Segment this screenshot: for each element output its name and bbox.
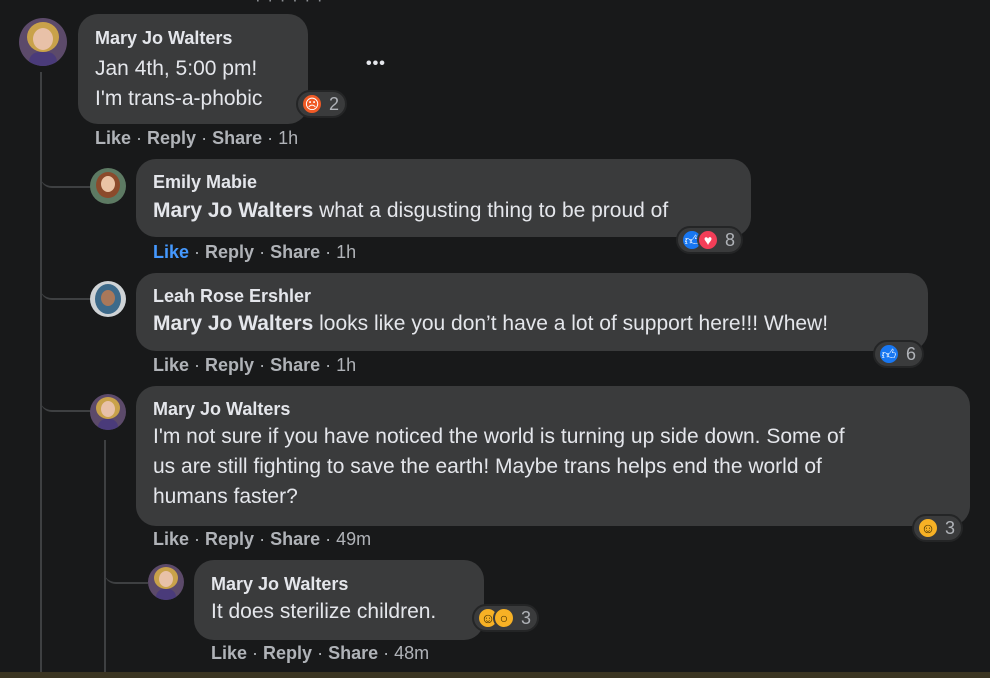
like-button[interactable]: Like	[211, 643, 247, 663]
comment-text: Mary Jo Walters looks like you don’t hav…	[153, 309, 828, 339]
share-button[interactable]: Share	[270, 529, 320, 549]
reaction-summary[interactable]: ☺ ○ 3	[472, 604, 540, 632]
reaction-summary[interactable]: ☹ 2	[296, 90, 348, 118]
like-button[interactable]: Like	[95, 128, 131, 148]
reply-button[interactable]: Reply	[263, 643, 312, 663]
more-options-icon[interactable]: •••	[366, 55, 386, 73]
reaction-count: 6	[906, 343, 917, 364]
like-button[interactable]: Like	[153, 529, 189, 549]
comment-actions: Like · Reply · Share · 1h	[153, 355, 357, 375]
comment-actions: Like · Reply · Share · 48m	[211, 643, 430, 663]
share-button[interactable]: Share	[212, 128, 262, 148]
avatar[interactable]	[90, 394, 126, 430]
thread-connector	[40, 150, 92, 188]
reaction-count: 8	[725, 229, 736, 250]
comment-author[interactable]: Mary Jo Walters	[95, 28, 232, 49]
comment-text-line: humans faster?	[153, 485, 298, 508]
previous-comment-fragment: · · · · · ·	[255, 0, 324, 10]
comment-text-line: It does sterilize children.	[211, 600, 437, 623]
comment-text: Mary Jo Walters what a disgusting thing …	[153, 196, 668, 226]
mention-link[interactable]: Mary Jo Walters	[153, 199, 313, 222]
comment-actions: Like · Reply · Share · 1h	[153, 242, 357, 262]
share-button[interactable]: Share	[270, 355, 320, 375]
avatar[interactable]	[19, 18, 67, 66]
comment-text-line: us are still fighting to save the earth!…	[153, 455, 822, 478]
timestamp[interactable]: 1h	[278, 128, 298, 148]
thread-connector	[104, 548, 148, 584]
share-button[interactable]: Share	[328, 643, 378, 663]
avatar[interactable]	[90, 168, 126, 204]
comment-author[interactable]: Mary Jo Walters	[153, 399, 290, 420]
timestamp[interactable]: 1h	[336, 242, 356, 262]
reaction-summary[interactable]: 👍︎ ♥ 8	[676, 226, 744, 254]
comment-text-line: Jan 4th, 5:00 pm!	[95, 57, 258, 80]
avatar[interactable]	[90, 281, 126, 317]
thread-connector	[40, 372, 92, 412]
reaction-summary[interactable]: 👍︎ 6	[873, 340, 925, 368]
timestamp[interactable]: 48m	[394, 643, 429, 663]
like-button[interactable]: Like	[153, 355, 189, 375]
share-button[interactable]: Share	[270, 242, 320, 262]
avatar[interactable]	[148, 564, 184, 600]
haha-icon: ☺	[917, 517, 939, 539]
comment-body: looks like you don’t have a lot of suppo…	[313, 312, 829, 335]
timestamp[interactable]: 1h	[336, 355, 356, 375]
comment-author[interactable]: Leah Rose Ershler	[153, 286, 311, 307]
reply-button[interactable]: Reply	[205, 242, 254, 262]
reaction-count: 3	[521, 607, 532, 628]
reply-button[interactable]: Reply	[205, 529, 254, 549]
comment-actions: Like · Reply · Share · 1h	[95, 128, 299, 148]
comment-author[interactable]: Emily Mabie	[153, 172, 257, 193]
thread-connector	[40, 260, 92, 300]
reaction-summary[interactable]: ☺ 3	[912, 514, 964, 542]
comment-text-line: I'm trans-a-phobic	[95, 87, 263, 110]
bottom-edge	[0, 672, 990, 678]
comment-actions: Like · Reply · Share · 49m	[153, 529, 372, 549]
reply-button[interactable]: Reply	[147, 128, 196, 148]
reaction-count: 2	[329, 93, 340, 114]
wow-icon: ○	[493, 607, 515, 629]
love-icon: ♥	[697, 229, 719, 251]
comment-text-line: I'm not sure if you have noticed the wor…	[153, 425, 845, 448]
reaction-count: 3	[945, 517, 956, 538]
comment-author[interactable]: Mary Jo Walters	[211, 574, 348, 595]
comment-body: what a disgusting thing to be proud of	[313, 199, 669, 222]
like-icon: 👍︎	[878, 343, 900, 365]
angry-icon: ☹	[301, 93, 323, 115]
mention-link[interactable]: Mary Jo Walters	[153, 312, 313, 335]
timestamp[interactable]: 49m	[336, 529, 371, 549]
like-button[interactable]: Like	[153, 242, 189, 262]
reply-button[interactable]: Reply	[205, 355, 254, 375]
